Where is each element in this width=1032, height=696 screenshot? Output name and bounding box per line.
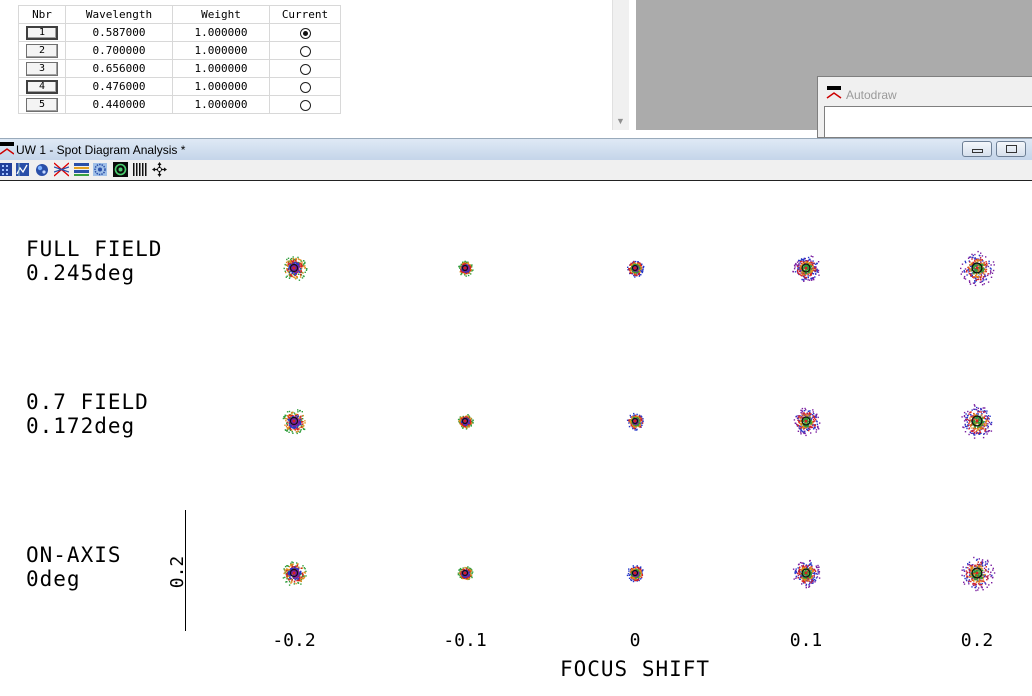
spot-window-title: UW 1 - Spot Diagram Analysis *: [16, 143, 186, 157]
current-cell[interactable]: [269, 77, 341, 96]
minimize-button[interactable]: [962, 141, 992, 157]
header-weight: Weight: [172, 5, 270, 24]
spot-diagram: [960, 250, 995, 287]
color-bars-icon[interactable]: [74, 162, 89, 177]
chart-tool-icon[interactable]: [15, 162, 30, 177]
current-radio[interactable]: [299, 45, 311, 57]
current-cell[interactable]: [269, 23, 341, 42]
spot-diagram-plot: FULL FIELD 0.245deg 0.7 FIELD 0.172deg O…: [0, 182, 1032, 696]
spot-window-titlebar[interactable]: UW 1 - Spot Diagram Analysis *: [0, 138, 1032, 161]
wavelength-number-button[interactable]: 1: [26, 26, 58, 40]
wavelength-cell[interactable]: 0.656000: [65, 59, 173, 78]
table-row[interactable]: 2 0.700000 1.000000: [18, 41, 341, 60]
wavelength-number-button[interactable]: 4: [26, 80, 58, 94]
table-header-row: Nbr Wavelength Weight Current: [18, 5, 341, 24]
spot-diagram: [961, 556, 996, 592]
spot-diagram: [961, 404, 993, 439]
wavelength-panel: Nbr Wavelength Weight Current 1 0.587000 1…: [0, 0, 1032, 138]
current-cell[interactable]: [269, 95, 341, 114]
pattern-icon[interactable]: [93, 162, 108, 177]
wavelength-number-button[interactable]: 5: [26, 98, 58, 112]
spot-diagram: [458, 260, 474, 277]
wavelength-cell[interactable]: 0.700000: [65, 41, 173, 60]
header-wavelength: Wavelength: [65, 5, 173, 24]
spot-diagram: [282, 409, 306, 435]
scroll-down-icon[interactable]: ▼: [616, 116, 625, 126]
spot-diagram: [283, 256, 308, 281]
wavelength-number-button[interactable]: 3: [26, 62, 58, 76]
weight-cell[interactable]: 1.000000: [172, 23, 270, 42]
autodraw-content: [824, 106, 1032, 138]
weight-cell[interactable]: 1.000000: [172, 59, 270, 78]
nbr-cell[interactable]: 3: [18, 59, 66, 78]
autodraw-title: Autodraw: [846, 88, 897, 102]
maximize-icon: [1006, 145, 1017, 153]
vertical-scrollbar[interactable]: ▼: [612, 0, 629, 130]
wavelength-cell[interactable]: 0.440000: [65, 95, 173, 114]
nbr-cell[interactable]: 1: [18, 23, 66, 42]
nbr-cell[interactable]: 4: [18, 77, 66, 96]
nbr-cell[interactable]: 2: [18, 41, 66, 60]
table-row[interactable]: 1 0.587000 1.000000: [18, 23, 341, 42]
autodraw-window[interactable]: Autodraw: [817, 76, 1032, 138]
spot-diagram: [457, 566, 474, 581]
target-icon[interactable]: [113, 162, 128, 177]
pan-arrows-icon[interactable]: [152, 162, 167, 177]
maximize-button[interactable]: [996, 141, 1026, 157]
spot-diagram: [792, 559, 821, 589]
spot-diagram: [792, 255, 820, 282]
spot-diagram: [626, 412, 644, 431]
nbr-cell[interactable]: 5: [18, 95, 66, 114]
spot-toolbar: [0, 160, 1032, 181]
spot-diagram: [793, 407, 821, 437]
app-window-icon: [826, 86, 842, 99]
header-current: Current: [269, 5, 341, 24]
spot-diagram: [627, 260, 645, 278]
wavelength-table: Nbr Wavelength Weight Current 1 0.587000 1…: [18, 5, 341, 114]
minimize-icon: [972, 149, 983, 153]
weight-cell[interactable]: 1.000000: [172, 41, 270, 60]
current-radio[interactable]: [299, 99, 311, 111]
wavelength-cell[interactable]: 0.476000: [65, 77, 173, 96]
table-row[interactable]: 4 0.476000 1.000000: [18, 77, 341, 96]
wavelength-cell[interactable]: 0.587000: [65, 23, 173, 42]
wavelength-table-body: 1 0.587000 1.000000 2 0.700000 1.000000 3 0.656…: [18, 23, 341, 114]
header-nbr: Nbr: [18, 5, 66, 24]
app-window-icon: [0, 142, 14, 155]
weight-cell[interactable]: 1.000000: [172, 77, 270, 96]
table-row[interactable]: 3 0.656000 1.000000: [18, 59, 341, 78]
wavelength-number-button[interactable]: 2: [26, 44, 58, 58]
weight-cell[interactable]: 1.000000: [172, 95, 270, 114]
spot-diagram: [282, 561, 307, 586]
lens-blob-icon[interactable]: [35, 162, 50, 177]
spot-grid-icon[interactable]: [0, 162, 15, 177]
current-radio[interactable]: [299, 27, 311, 39]
spot-diagram: [626, 565, 644, 583]
current-radio[interactable]: [299, 63, 311, 75]
current-cell[interactable]: [269, 41, 341, 60]
current-radio[interactable]: [299, 81, 311, 93]
ray-fan-icon[interactable]: [54, 162, 69, 177]
spot-diagram: [457, 414, 474, 430]
table-row[interactable]: 5 0.440000 1.000000: [18, 95, 341, 114]
barcode-icon[interactable]: [132, 162, 147, 177]
current-cell[interactable]: [269, 59, 341, 78]
spot-diagrams: [282, 250, 996, 592]
